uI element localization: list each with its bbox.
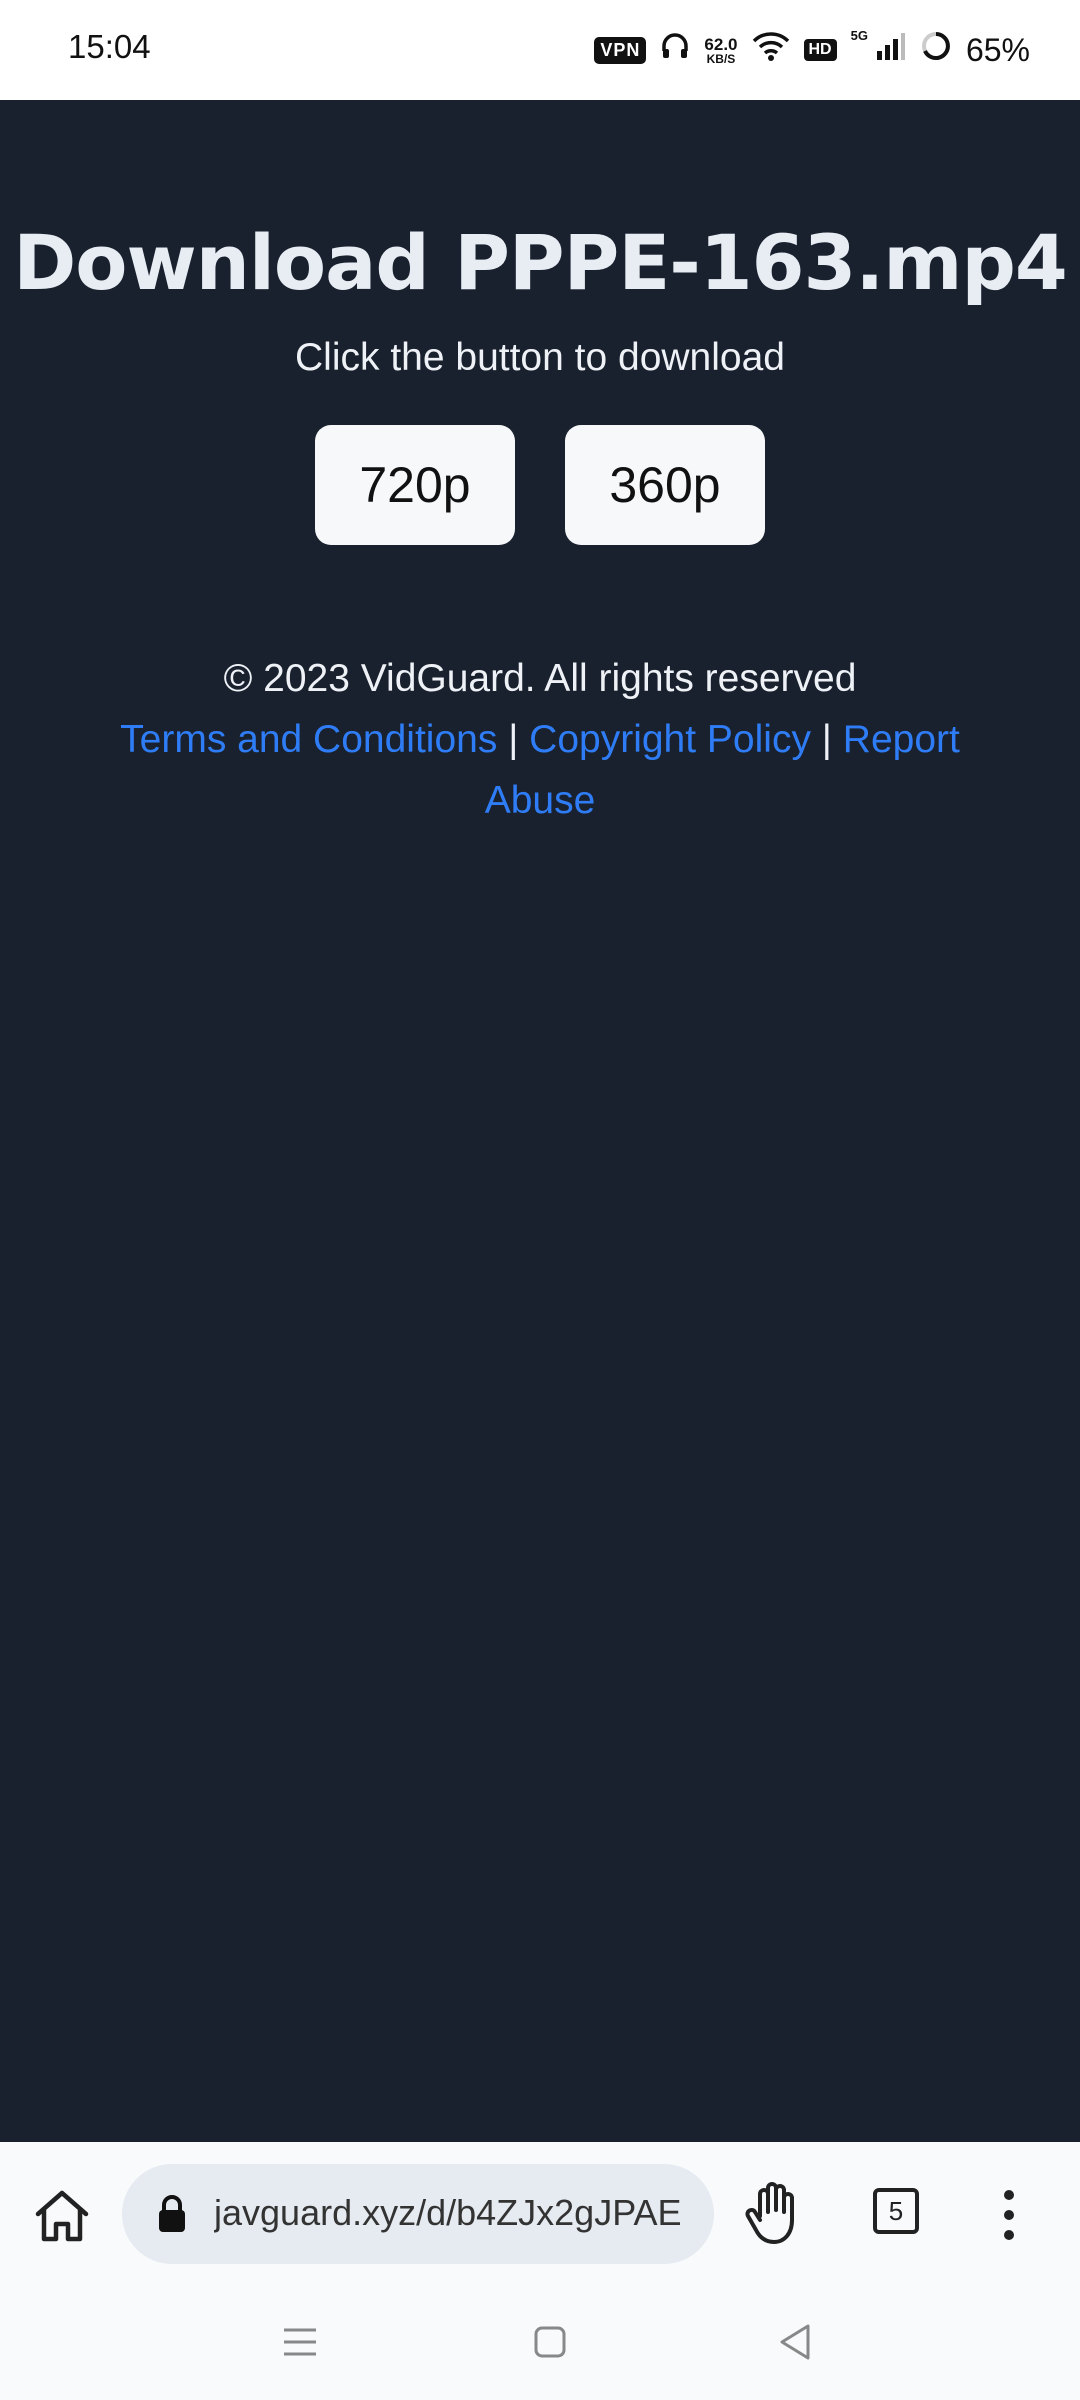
url-bar[interactable]: javguard.xyz/d/b4ZJx2gJPAE — [122, 2164, 714, 2264]
download-720p-button[interactable]: 720p — [315, 425, 515, 545]
more-vertical-icon — [1004, 2190, 1014, 2240]
hand-icon — [745, 2182, 794, 2244]
battery-level: 65% — [965, 31, 1030, 68]
network-speed-value: 62.0 — [704, 34, 738, 54]
hd-icon: HD — [803, 39, 837, 61]
wifi-icon — [752, 31, 790, 69]
status-icons: VPN 62.0 KB/S HD 5G 65% — [594, 26, 1030, 74]
network-speed: 62.0 KB/S — [704, 36, 737, 65]
square-icon — [534, 2326, 566, 2358]
page-subtitle: Click the button to download — [295, 336, 785, 379]
footer-separator: | — [508, 718, 519, 761]
headphones-icon — [660, 31, 690, 69]
status-bar: 15:04 VPN 62.0 KB/S HD 5G 65% — [0, 0, 1080, 100]
gesture-button[interactable] — [744, 2180, 804, 2246]
copyright-text: © 2023 VidGuard. All rights reserved — [223, 657, 857, 700]
network-type: 5G — [850, 28, 868, 43]
page-title: Download PPPE-163.mp4 — [13, 218, 1068, 307]
nav-home-button[interactable] — [530, 2322, 570, 2362]
home-button[interactable] — [32, 2188, 92, 2244]
more-menu-button[interactable] — [994, 2188, 1024, 2242]
signal-icon — [876, 31, 906, 69]
download-360p-button[interactable]: 360p — [565, 425, 765, 545]
nav-back-button[interactable] — [776, 2320, 816, 2364]
tabs-count-button[interactable]: 5 — [873, 2188, 919, 2234]
recent-apps-button[interactable] — [280, 2322, 320, 2362]
status-time: 15:04 — [68, 28, 151, 65]
url-text: javguard.xyz/d/b4ZJx2gJPAE — [214, 2192, 682, 2233]
copyright-policy-link[interactable]: Copyright Policy — [529, 718, 811, 761]
menu-lines-icon — [284, 2328, 316, 2356]
footer-separator: | — [821, 718, 832, 761]
network-speed-unit: KB/S — [706, 51, 736, 66]
lock-icon — [156, 2194, 188, 2234]
footer: © 2023 VidGuard. All rights reserved Ter… — [80, 648, 1000, 831]
vpn-icon: VPN — [594, 36, 647, 64]
system-navigation-bar — [0, 2286, 1080, 2400]
back-triangle-icon — [780, 2324, 810, 2360]
terms-link[interactable]: Terms and Conditions — [120, 718, 497, 761]
home-icon — [35, 2190, 89, 2242]
page-content: Download PPPE-163.mp4 Click the button t… — [0, 100, 1080, 2142]
battery-icon — [920, 30, 952, 70]
footer-links: Terms and Conditions | Copyright Policy … — [80, 709, 1000, 831]
browser-toolbar: javguard.xyz/d/b4ZJx2gJPAE 5 — [0, 2142, 1080, 2286]
download-buttons: 720p 360p — [0, 425, 1080, 545]
